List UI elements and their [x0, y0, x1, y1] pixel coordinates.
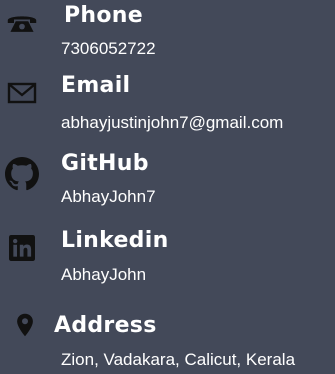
phone-number[interactable]: 7306052722 — [61, 39, 156, 59]
contact-label: Email — [61, 73, 131, 98]
github-username[interactable]: AbhayJohn7 — [61, 187, 156, 207]
contact-email: Email abhayjustinjohn7@gmail.com — [0, 62, 335, 138]
location-pin-icon — [17, 313, 33, 337]
linkedin-username[interactable]: AbhayJohn — [61, 265, 146, 285]
linkedin-icon — [9, 235, 35, 261]
contact-label: GitHub — [61, 151, 149, 176]
contact-github: GitHub AbhayJohn7 — [0, 138, 335, 224]
contact-linkedin: Linkedin AbhayJohn — [0, 224, 335, 300]
contact-label: Phone — [64, 3, 143, 28]
contact-address: Address Zion, Vadakara, Calicut, Kerala — [0, 300, 335, 374]
github-icon — [5, 157, 39, 191]
email-address[interactable]: abhayjustinjohn7@gmail.com — [61, 113, 283, 133]
address-text: Zion, Vadakara, Calicut, Kerala — [61, 350, 296, 369]
contact-label: Address — [54, 313, 157, 338]
contact-phone: Phone 7306052722 — [0, 0, 335, 62]
envelope-icon — [7, 82, 37, 104]
phone-icon — [7, 16, 37, 32]
contact-label: Linkedin — [61, 228, 169, 253]
